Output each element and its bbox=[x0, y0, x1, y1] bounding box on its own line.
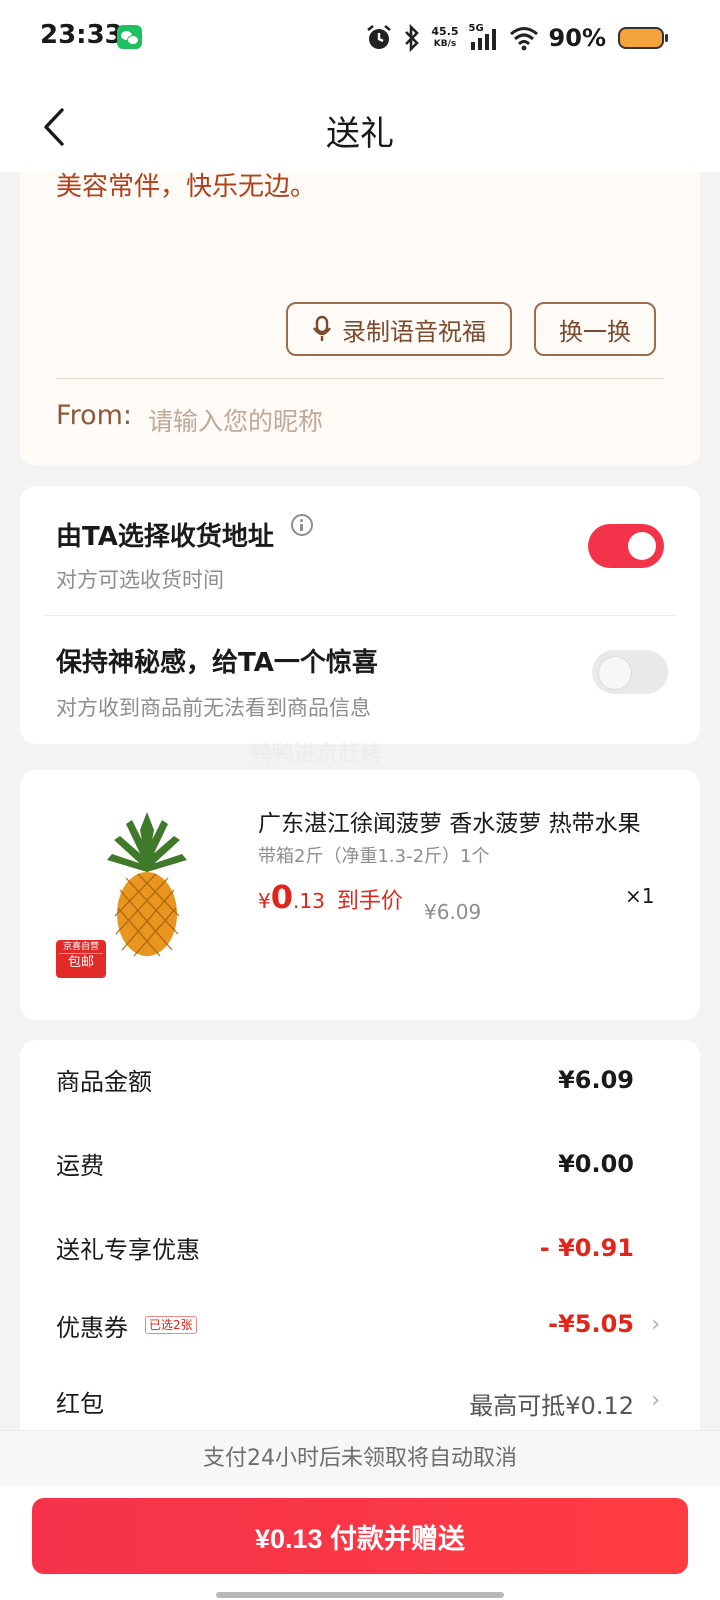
product-title: 广东湛江徐闻菠萝 香水菠萝 热带水果 bbox=[258, 811, 641, 837]
fee-summary-card: 商品金额 ¥6.09 运费 ¥0.00 送礼专享优惠 - ¥0.91 优惠券 已… bbox=[20, 1040, 700, 1440]
status-icons: 45.5 KB/s 5G 90% bbox=[365, 22, 668, 54]
red-packet-row[interactable]: 红包 最高可抵¥0.12 › bbox=[56, 1384, 664, 1424]
from-label: From: bbox=[56, 400, 132, 431]
chevron-right-icon: › bbox=[651, 1312, 660, 1337]
nav-bar: 送礼 bbox=[0, 80, 720, 172]
gift-message-card: 美容常伴，快乐无边。 录制语音祝福 换一换 From: 请输入您的昵称 bbox=[20, 150, 700, 466]
coupon-selected-tag: 已选2张 bbox=[145, 1316, 197, 1334]
mystery-toggle[interactable] bbox=[592, 650, 668, 694]
record-voice-button[interactable]: 录制语音祝福 bbox=[286, 302, 512, 356]
battery-icon bbox=[618, 27, 668, 49]
gift-discount-row: 送礼专享优惠 - ¥0.91 bbox=[56, 1234, 634, 1264]
nickname-input[interactable]: 请输入您的昵称 bbox=[148, 402, 323, 438]
recipient-address-toggle[interactable] bbox=[588, 524, 664, 568]
switch-message-label: 换一换 bbox=[559, 317, 631, 346]
auto-cancel-notice: 支付24小时后未领取将自动取消 bbox=[0, 1430, 720, 1486]
bluetooth-icon bbox=[405, 24, 420, 52]
bottom-bar: ¥0.13 付款并赠送 bbox=[0, 1486, 720, 1600]
message-divider bbox=[56, 378, 664, 379]
product-original-price: ¥6.09 bbox=[424, 900, 482, 924]
pay-and-gift-button[interactable]: ¥0.13 付款并赠送 bbox=[32, 1498, 688, 1574]
recipient-address-title: 由TA选择收货地址 bbox=[56, 522, 274, 552]
network-speed: 45.5 KB/s bbox=[431, 25, 459, 50]
signal-icon: 5G bbox=[469, 23, 499, 52]
coupon-row[interactable]: 优惠券 已选2张 -¥5.05 › bbox=[56, 1308, 664, 1348]
product-card[interactable]: 京喜自营 包邮 广东湛江徐闻菠萝 香水菠萝 热带水果 带箱2斤（净重1.3-2斤… bbox=[20, 770, 700, 1020]
shipping-row: 运费 ¥0.00 bbox=[56, 1150, 634, 1180]
wechat-icon bbox=[117, 25, 142, 49]
watermark: 鸭鸭进京赶烤 bbox=[250, 742, 383, 767]
product-quantity: ×1 bbox=[625, 884, 655, 908]
status-time: 23:33 bbox=[40, 20, 123, 50]
goods-amount-row: 商品金额 ¥6.09 bbox=[56, 1066, 634, 1096]
mystery-subtitle: 对方收到商品前无法看到商品信息 bbox=[56, 696, 371, 720]
gift-options-card: 由TA选择收货地址 对方可选收货时间 保持神秘感，给TA一个惊喜 对方收到商品前… bbox=[20, 486, 700, 744]
status-bar: 23:33 45.5 KB/s 5G 90% bbox=[0, 0, 720, 80]
microphone-icon bbox=[313, 315, 331, 341]
switch-message-button[interactable]: 换一换 bbox=[534, 302, 656, 356]
info-icon[interactable] bbox=[291, 514, 313, 536]
product-spec: 带箱2斤（净重1.3-2斤）1个 bbox=[258, 846, 490, 867]
jd-free-shipping-badge: 京喜自营 包邮 bbox=[56, 940, 106, 978]
pineapple-image bbox=[107, 812, 187, 957]
recipient-address-subtitle: 对方可选收货时间 bbox=[56, 568, 224, 592]
battery-percent: 90% bbox=[548, 24, 606, 52]
home-indicator[interactable] bbox=[216, 1592, 504, 1598]
product-final-price: ¥ 0 .13 到手价 bbox=[258, 878, 403, 916]
chevron-right-icon: › bbox=[651, 1388, 660, 1413]
record-voice-label: 录制语音祝福 bbox=[342, 317, 486, 346]
mystery-title: 保持神秘感，给TA一个惊喜 bbox=[56, 648, 378, 678]
wifi-icon bbox=[509, 27, 538, 51]
options-divider bbox=[44, 615, 676, 616]
page-title: 送礼 bbox=[326, 114, 394, 154]
alarm-icon bbox=[367, 24, 392, 49]
